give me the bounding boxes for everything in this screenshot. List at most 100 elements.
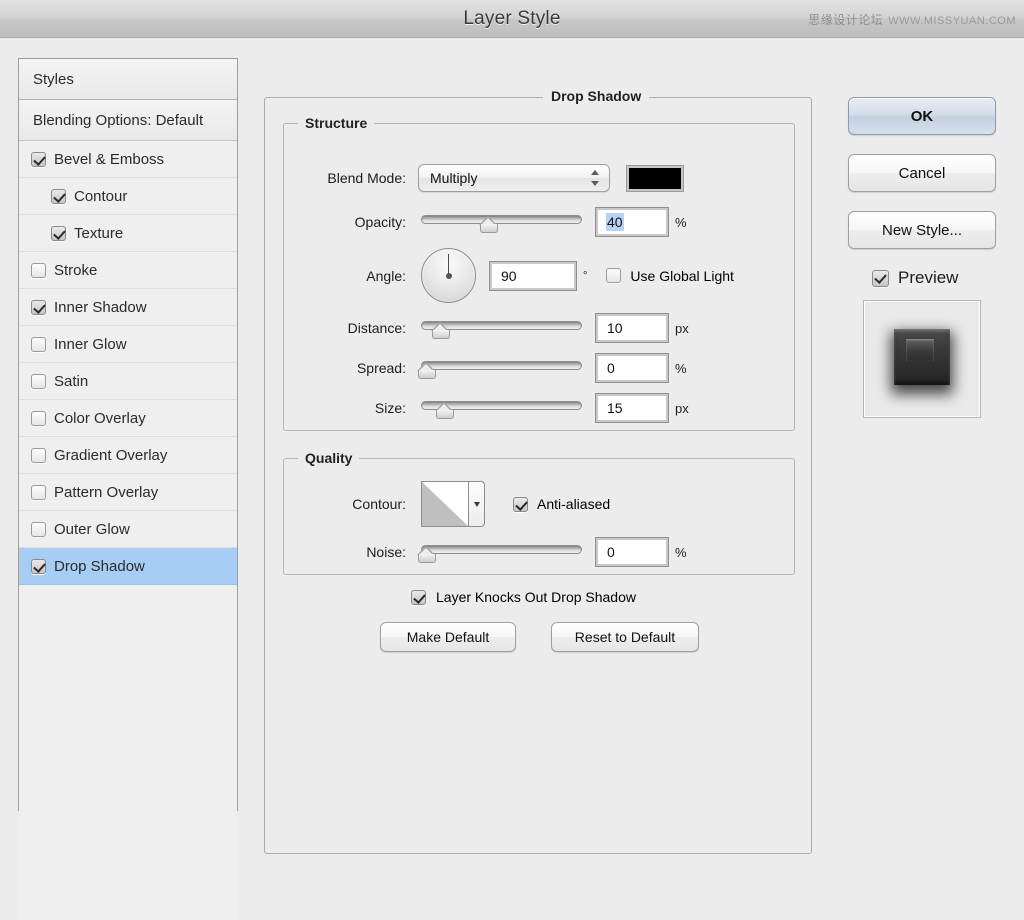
noise-input[interactable]: 0 — [595, 537, 669, 567]
angle-unit: ° — [583, 269, 588, 282]
panel-title: Drop Shadow — [543, 88, 650, 104]
structure-group: Structure Blend Mode: Multiply Opacity: — [283, 115, 795, 431]
blend-mode-select[interactable]: Multiply — [418, 164, 610, 192]
new-style-button[interactable]: New Style... — [848, 211, 996, 249]
sidebar-item-drop-shadow[interactable]: Drop Shadow — [19, 548, 237, 585]
preview-toggle-row: Preview — [872, 268, 1008, 288]
size-input[interactable]: 15 — [595, 393, 669, 423]
new-style-label: New Style... — [881, 221, 963, 239]
ok-button[interactable]: OK — [848, 97, 996, 135]
window-title: Layer Style — [463, 7, 561, 29]
blend-mode-label: Blend Mode: — [327, 170, 406, 186]
effect-enable-checkbox[interactable] — [31, 410, 46, 426]
spread-row: Spread: 0 % — [284, 353, 794, 383]
sidebar-item-bevel-emboss[interactable]: Bevel & Emboss — [19, 141, 237, 178]
sidebar-item-inner-glow[interactable]: Inner Glow — [19, 326, 237, 363]
spread-value: 0 — [607, 360, 615, 376]
anti-aliased-checkbox[interactable] — [513, 496, 528, 512]
structure-title: Structure — [298, 115, 375, 131]
sidebar-item-stroke[interactable]: Stroke — [19, 252, 237, 289]
sidebar-item-blending-options[interactable]: Blending Options: Default — [19, 100, 237, 141]
sidebar-item-texture[interactable]: Texture — [19, 215, 237, 252]
size-value: 15 — [607, 400, 623, 416]
blend-mode-row: Blend Mode: Multiply — [284, 164, 794, 192]
angle-dial[interactable] — [421, 248, 476, 303]
size-slider-thumb[interactable] — [435, 402, 454, 419]
opacity-slider-thumb[interactable] — [479, 216, 498, 233]
effect-enable-checkbox[interactable] — [31, 373, 46, 389]
quality-group: Quality Contour: Anti-aliased Noise: 0 % — [283, 450, 795, 575]
angle-input[interactable]: 90 — [489, 260, 577, 291]
effect-enable-checkbox[interactable] — [31, 558, 46, 574]
noise-slider-thumb[interactable] — [417, 546, 436, 563]
anti-aliased-label: Anti-aliased — [537, 496, 611, 512]
use-global-light-label: Use Global Light — [630, 267, 734, 284]
sidebar-effect-list: Bevel & Emboss Contour Texture Stroke Inner … — [19, 141, 237, 585]
contour-picker[interactable] — [421, 481, 485, 527]
blending-options-label: Blending Options: Default — [33, 111, 204, 129]
cancel-label: Cancel — [898, 164, 946, 182]
spread-label: Spread: — [356, 360, 406, 376]
sidebar-item-satin[interactable]: Satin — [19, 363, 237, 400]
effect-enable-checkbox[interactable] — [31, 336, 46, 352]
distance-unit: px — [675, 320, 689, 336]
sidebar-item-label: Inner Shadow — [54, 298, 147, 316]
noise-unit: % — [675, 544, 687, 560]
effect-enable-checkbox[interactable] — [31, 262, 46, 278]
layer-knocks-out-checkbox[interactable] — [411, 589, 426, 605]
distance-input[interactable]: 10 — [595, 313, 669, 343]
opacity-label: Opacity: — [354, 214, 406, 230]
watermark-url: WWW.MISSYUAN.COM — [888, 15, 1016, 27]
noise-slider[interactable] — [417, 541, 582, 563]
noise-row: Noise: 0 % — [284, 537, 794, 567]
sidebar-item-label: Satin — [54, 372, 89, 390]
spread-input[interactable]: 0 — [595, 353, 669, 383]
reset-to-default-button[interactable]: Reset to Default — [551, 622, 699, 652]
sidebar-item-contour[interactable]: Contour — [19, 178, 237, 215]
contour-dropdown-button[interactable] — [469, 481, 485, 527]
angle-dial-hub — [445, 272, 452, 279]
use-global-light-checkbox[interactable] — [606, 268, 622, 283]
sidebar-item-outer-glow[interactable]: Outer Glow — [19, 511, 237, 548]
contour-row: Contour: Anti-aliased — [284, 481, 794, 527]
noise-label: Noise: — [366, 544, 406, 560]
sidebar-item-pattern-overlay[interactable]: Pattern Overlay — [19, 474, 237, 511]
sidebar-item-label: Texture — [74, 224, 124, 242]
effect-enable-checkbox[interactable] — [51, 188, 66, 204]
effect-enable-checkbox[interactable] — [31, 447, 46, 463]
layer-knocks-out-label: Layer Knocks Out Drop Shadow — [436, 589, 636, 605]
effect-enable-checkbox[interactable] — [31, 484, 46, 500]
distance-row: Distance: 10 px — [284, 313, 794, 343]
sidebar-header-styles[interactable]: Styles — [19, 59, 237, 100]
effect-enable-checkbox[interactable] — [31, 299, 46, 315]
opacity-slider-track — [421, 215, 582, 224]
preview-checkbox[interactable] — [872, 269, 889, 287]
shadow-color-swatch[interactable] — [626, 164, 684, 192]
sidebar-item-gradient-overlay[interactable]: Gradient Overlay — [19, 437, 237, 474]
spread-slider-thumb[interactable] — [417, 362, 436, 379]
size-slider[interactable] — [421, 397, 582, 419]
sidebar-item-inner-shadow[interactable]: Inner Shadow — [19, 289, 237, 326]
distance-slider[interactable] — [421, 317, 582, 339]
sidebar-item-label: Outer Glow — [54, 520, 130, 538]
opacity-input[interactable]: 40 — [595, 207, 669, 237]
noise-slider-track — [421, 545, 582, 554]
cancel-button[interactable]: Cancel — [848, 154, 996, 192]
make-default-button[interactable]: Make Default — [380, 622, 516, 652]
angle-row: Angle: 90 ° Use Global Light — [284, 248, 794, 303]
sidebar-item-label: Inner Glow — [54, 335, 127, 353]
distance-value: 10 — [607, 320, 623, 336]
opacity-unit: % — [675, 214, 687, 230]
effect-enable-checkbox[interactable] — [51, 225, 66, 241]
make-default-label: Make Default — [406, 629, 490, 645]
spread-slider[interactable] — [417, 357, 582, 379]
contour-preview[interactable] — [421, 481, 469, 527]
ok-label: OK — [910, 107, 934, 125]
size-row: Size: 15 px — [284, 393, 794, 423]
dialog-body: Styles Blending Options: Default Bevel &… — [0, 39, 1024, 920]
opacity-slider[interactable] — [421, 211, 582, 233]
effect-enable-checkbox[interactable] — [31, 151, 46, 167]
sidebar-item-color-overlay[interactable]: Color Overlay — [19, 400, 237, 437]
effect-enable-checkbox[interactable] — [31, 521, 46, 537]
distance-slider-thumb[interactable] — [431, 322, 450, 339]
